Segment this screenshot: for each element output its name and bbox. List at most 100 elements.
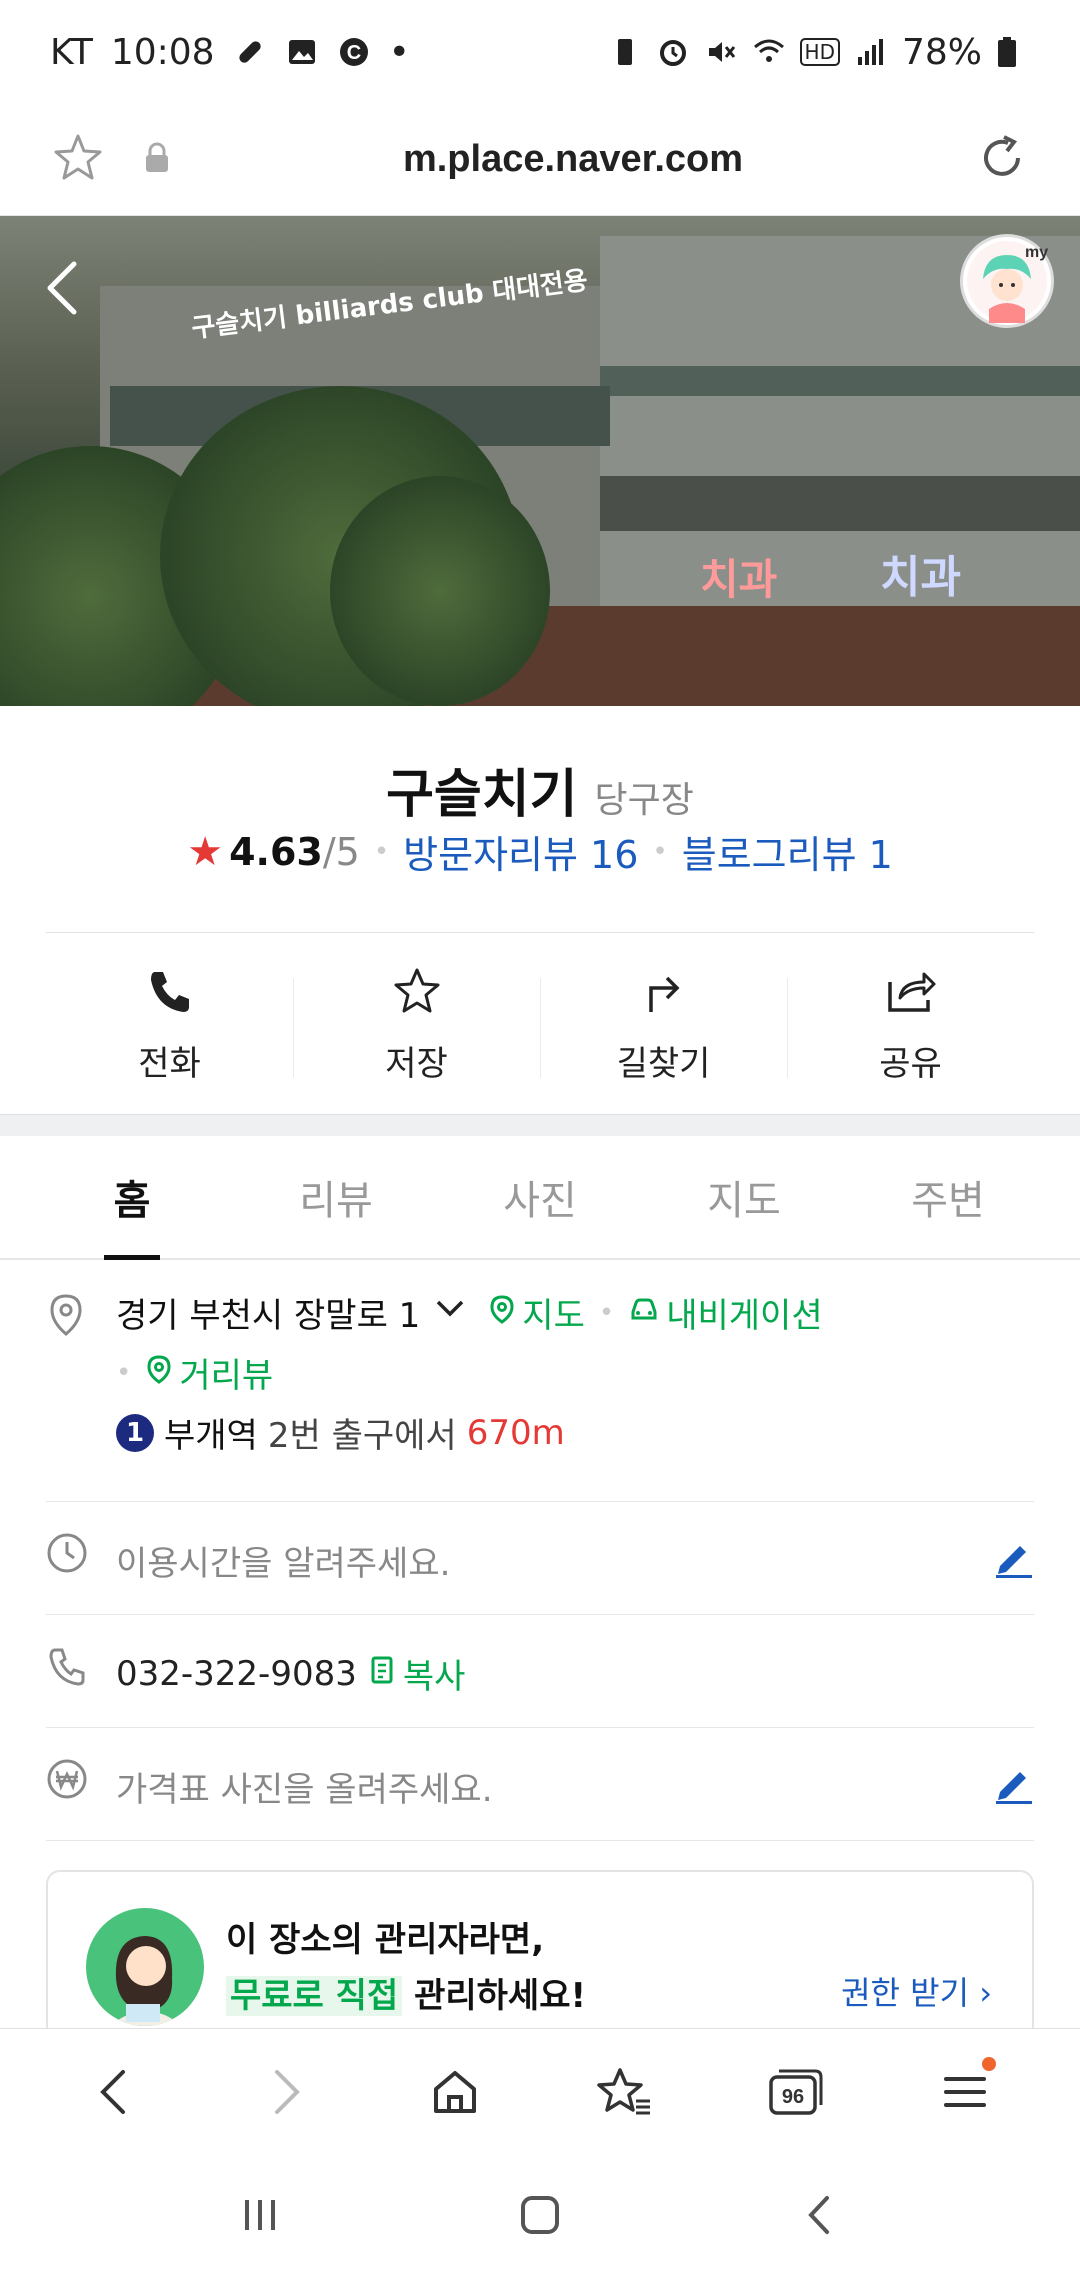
- tabs-icon[interactable]: 96: [750, 2047, 840, 2137]
- chevron-down-icon[interactable]: [434, 1292, 466, 1333]
- save-button[interactable]: 저장: [293, 934, 540, 1116]
- chevron-right-icon: ›: [979, 1974, 992, 2012]
- rating-value: 4.63: [229, 829, 323, 874]
- browser-forward-icon[interactable]: [240, 2047, 330, 2137]
- clock-icon: [46, 1532, 88, 1578]
- rating-max: /5: [322, 829, 360, 874]
- edit-pencil-icon[interactable]: [992, 1762, 1034, 1808]
- address-text: 경기 부천시 장말로 1: [116, 1296, 421, 1336]
- tabs-count: 96: [782, 2086, 804, 2108]
- bookmark-star-icon[interactable]: [50, 130, 106, 190]
- hero-sign-left: 치과: [700, 555, 778, 604]
- browser-nav-bar: 96: [0, 2028, 1080, 2154]
- battery-saver-icon: [608, 35, 642, 69]
- tab-reviews[interactable]: 리뷰: [234, 1136, 438, 1258]
- url-bar: m.place.naver.com: [0, 104, 1080, 216]
- directions-button[interactable]: 길찾기: [540, 934, 787, 1116]
- status-bar: KT 10:08 C • HD 78%: [0, 0, 1080, 104]
- url-text[interactable]: m.place.naver.com: [172, 138, 974, 181]
- separator-dot: •: [652, 836, 668, 867]
- hours-row[interactable]: 이용시간을 알려주세요.: [46, 1502, 1034, 1615]
- price-row[interactable]: 가격표 사진을 올려주세요.: [46, 1728, 1034, 1841]
- copy-button[interactable]: 복사: [403, 1649, 466, 1698]
- phone-icon: [145, 966, 195, 1020]
- get-permission-link[interactable]: 권한 받기 ›: [841, 1968, 992, 2014]
- call-button[interactable]: 전화: [46, 934, 293, 1116]
- bookmarks-icon[interactable]: [580, 2047, 670, 2137]
- directions-arrow-icon: [639, 966, 689, 1020]
- street-view-link[interactable]: 거리뷰: [179, 1348, 273, 1397]
- system-back-icon[interactable]: [795, 2190, 845, 2244]
- separator-dot: •: [598, 1297, 615, 1328]
- carrier: KT: [50, 31, 93, 73]
- owner-illustration-icon: [86, 1908, 204, 2026]
- battery-level: 78%: [901, 31, 982, 73]
- get-permission-label: 권한 받기: [841, 1974, 970, 2012]
- edit-pencil-icon[interactable]: [992, 1536, 1034, 1582]
- c-icon: C: [337, 35, 371, 69]
- action-bar: 전화 저장 길찾기 공유: [46, 934, 1034, 1116]
- lock-icon: [142, 141, 172, 179]
- copy-icon: [369, 1652, 399, 1695]
- hd-badge: HD: [799, 38, 840, 66]
- tab-map[interactable]: 지도: [642, 1136, 846, 1258]
- home-icon[interactable]: [410, 2047, 500, 2137]
- mute-icon: [704, 35, 738, 69]
- pill-icon: [233, 35, 267, 69]
- map-link[interactable]: 지도: [522, 1288, 585, 1337]
- reload-icon[interactable]: [974, 130, 1030, 190]
- my-avatar-icon[interactable]: my: [960, 234, 1054, 328]
- price-placeholder: 가격표 사진을 올려주세요.: [116, 1770, 493, 1810]
- tab-home[interactable]: 홈: [30, 1136, 234, 1258]
- recent-apps-icon[interactable]: [235, 2190, 285, 2244]
- navigation-link[interactable]: 내비게이션: [666, 1288, 822, 1337]
- tab-photos[interactable]: 사진: [438, 1136, 642, 1258]
- hero-photo[interactable]: 구슬치기 billiards club 대대전용 치과 치과 my: [0, 216, 1080, 706]
- tab-nearby[interactable]: 주변: [846, 1136, 1050, 1258]
- map-pin-green-icon: [488, 1293, 516, 1333]
- owner-promo-card[interactable]: 이 장소의 관리자라면, 무료로 직접 관리하세요! 권한 받기 ›: [46, 1870, 1034, 2040]
- phone-row[interactable]: 032-322-9083 복사: [46, 1615, 1034, 1728]
- phone-outline-icon: [46, 1645, 88, 1691]
- call-label: 전화: [138, 1043, 201, 1084]
- promo-line1: 이 장소의 관리자라면,: [226, 1920, 545, 1960]
- rating-star-icon: ★: [187, 828, 224, 875]
- visitor-reviews-link[interactable]: 방문자리뷰 16: [403, 824, 638, 879]
- subway-line-badge: 1: [116, 1413, 154, 1452]
- exit-text: 2번 출구에서: [267, 1416, 457, 1456]
- divider: [46, 932, 1034, 933]
- time: 10:08: [110, 31, 215, 73]
- wifi-icon: [752, 35, 786, 69]
- signal-icon: [854, 35, 888, 69]
- promo-line2: 관리하세요!: [402, 1976, 586, 2016]
- separator-dot: •: [116, 1357, 132, 1388]
- blog-reviews-link[interactable]: 블로그리뷰 1: [682, 824, 893, 879]
- menu-icon[interactable]: [920, 2047, 1010, 2137]
- location-pin-icon: [46, 1292, 86, 1342]
- hours-placeholder: 이용시간을 알려주세요.: [116, 1544, 451, 1584]
- place-header: 구슬치기 당구장 ★ 4.63 /5 • 방문자리뷰 16 • 블로그리뷰 1 …: [0, 706, 1080, 1116]
- promo-highlight: 무료로 직접: [226, 1976, 403, 2016]
- browser-back-icon[interactable]: [70, 2047, 160, 2137]
- notification-dot: •: [388, 31, 410, 73]
- street-view-pin-icon: [145, 1353, 173, 1393]
- star-outline-icon: [392, 966, 442, 1020]
- car-icon: [628, 1293, 660, 1333]
- phone-number: 032-322-9083: [116, 1653, 357, 1694]
- menu-notification-dot: [982, 2056, 996, 2071]
- distance: 670m: [466, 1412, 565, 1453]
- alarm-icon: [656, 35, 690, 69]
- system-nav-bar: [0, 2154, 1080, 2280]
- separator-dot: •: [373, 836, 390, 867]
- share-icon: [884, 966, 938, 1020]
- place-name: 구슬치기: [386, 765, 578, 825]
- place-category: 당구장: [594, 780, 694, 821]
- tab-bar: 홈 리뷰 사진 지도 주변: [0, 1136, 1080, 1260]
- share-button[interactable]: 공유: [787, 934, 1034, 1116]
- svg-text:my: my: [1025, 244, 1048, 261]
- back-arrow-icon[interactable]: [40, 256, 88, 324]
- share-label: 공유: [879, 1043, 942, 1084]
- address-section: 경기 부천시 장말로 1 지도 • 내비게이션 • 거리뷰 1 부개역 2번 출…: [46, 1262, 1034, 1502]
- system-home-icon[interactable]: [515, 2190, 565, 2244]
- station-name: 부개역: [164, 1416, 258, 1456]
